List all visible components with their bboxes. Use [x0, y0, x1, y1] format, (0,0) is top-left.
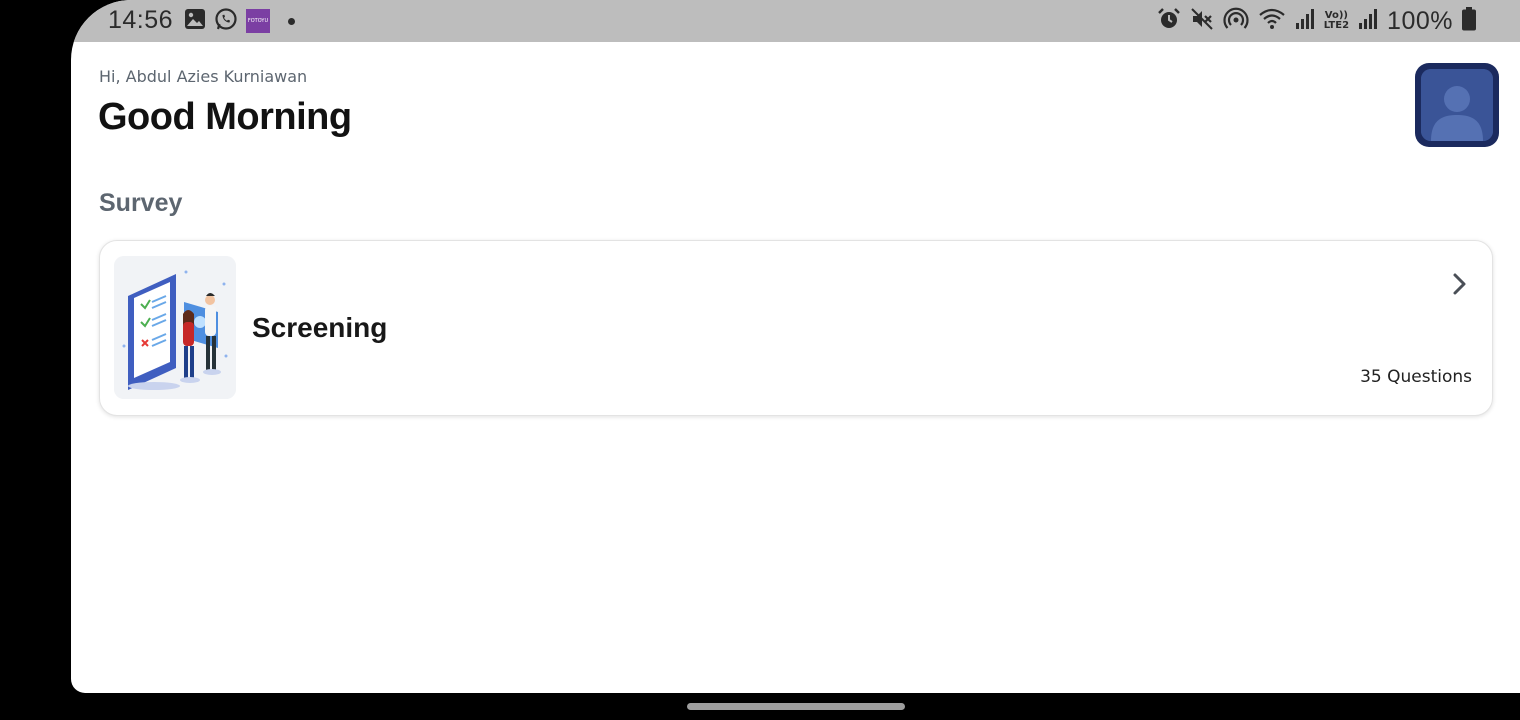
status-bar: 14:56 FOTOYU Vo)) LTE2 100% — [71, 0, 1520, 42]
survey-card-title: Screening — [252, 312, 388, 343]
alarm-icon — [1157, 7, 1181, 36]
battery-percentage: 100% — [1387, 6, 1453, 35]
status-left-icons: FOTOYU — [184, 7, 295, 36]
screening-illustration — [114, 256, 236, 399]
signal-icon — [1358, 8, 1378, 35]
status-time: 14:56 — [108, 6, 174, 34]
hotspot-icon — [1223, 6, 1249, 37]
survey-card-screening[interactable]: Screening 35 Questions — [99, 240, 1493, 416]
fotoyu-app-icon: FOTOYU — [246, 9, 270, 33]
volte-icon: Vo)) LTE2 — [1323, 10, 1350, 31]
chevron-right-icon[interactable] — [1446, 271, 1472, 297]
notification-dot-icon — [288, 17, 295, 25]
page-title: Good Morning — [98, 96, 352, 138]
wifi-icon — [1258, 7, 1286, 36]
signal-icon — [1295, 8, 1315, 35]
profile-avatar-button[interactable] — [1415, 63, 1499, 147]
app-screen: 14:56 FOTOYU Vo)) LTE2 100% Hi, Abdul Az… — [71, 0, 1520, 693]
gallery-icon — [184, 8, 206, 35]
greeting-text: Hi, Abdul Azies Kurniawan — [99, 67, 308, 86]
battery-icon — [1462, 6, 1476, 36]
status-right-icons: Vo)) LTE2 100% — [1157, 6, 1476, 37]
profile-avatar-icon — [1421, 69, 1493, 141]
survey-section-title: Survey — [99, 189, 183, 217]
navigation-handle[interactable] — [687, 703, 905, 710]
survey-card-question-count: 35 Questions — [1360, 367, 1472, 387]
whatsapp-icon — [214, 7, 238, 36]
mute-icon — [1190, 7, 1214, 36]
